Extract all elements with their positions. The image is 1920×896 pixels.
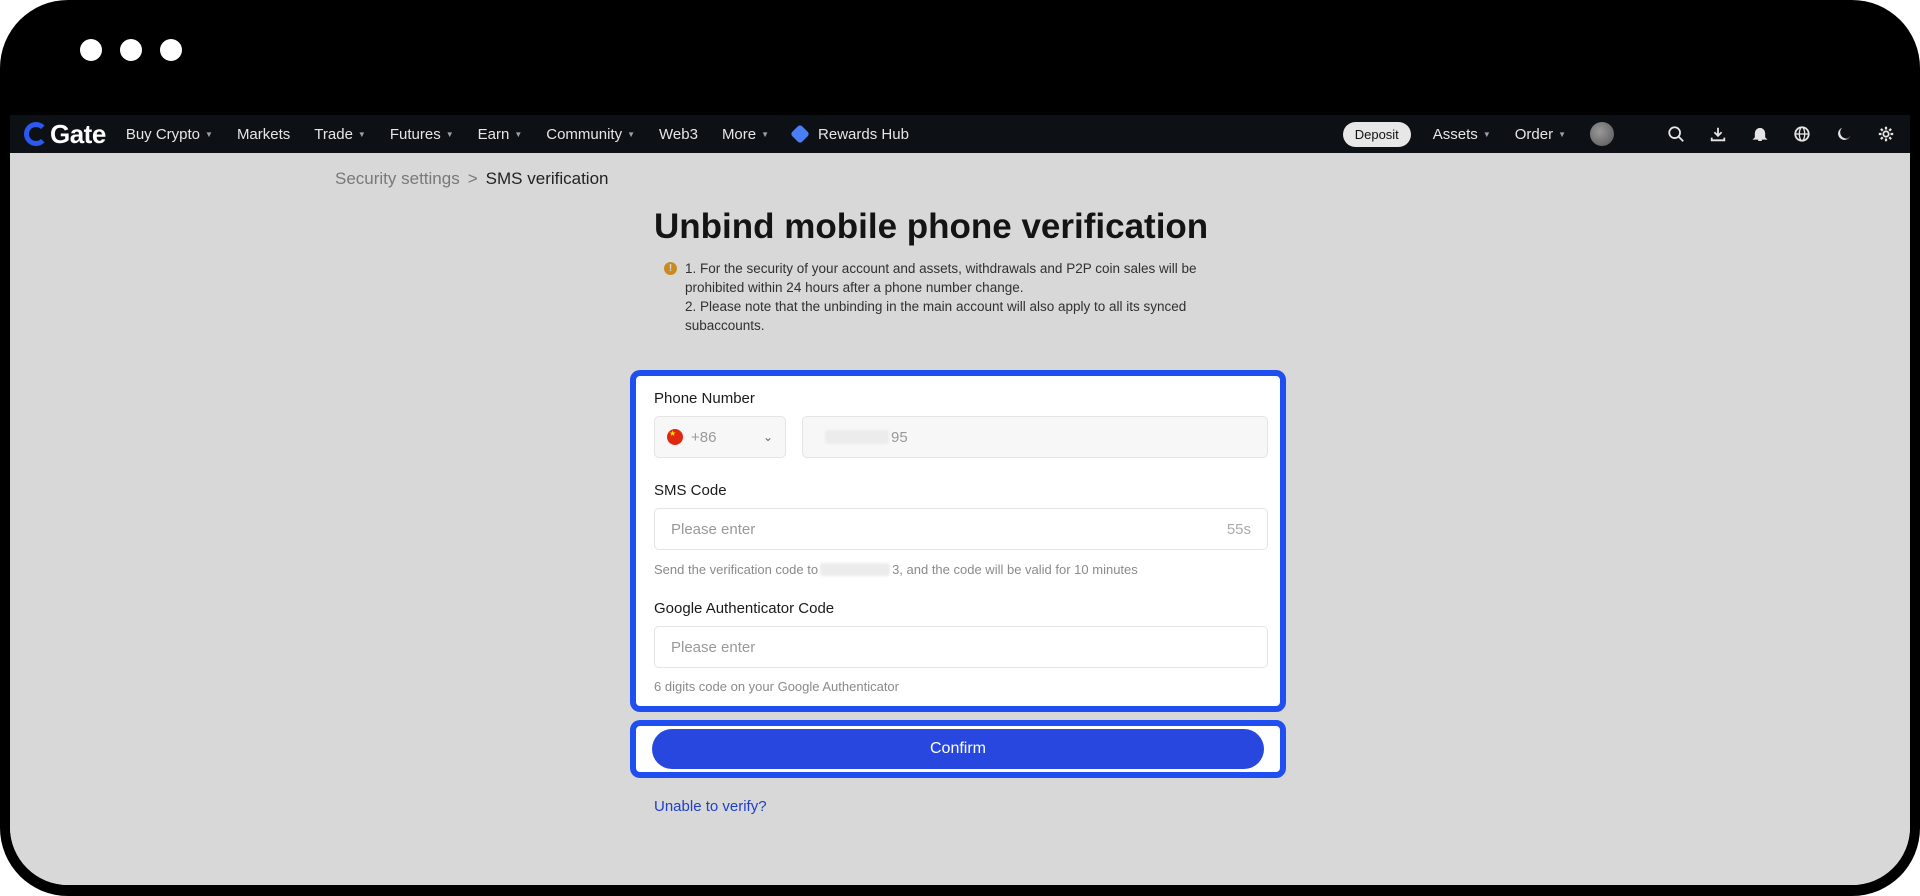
- country-code-value: +86: [691, 428, 717, 446]
- nav-label: Community: [546, 125, 623, 143]
- breadcrumb: Security settings > SMS verification: [335, 169, 609, 189]
- caret-down-icon: ▼: [761, 129, 770, 139]
- country-code-select[interactable]: +86 ⌄: [654, 416, 786, 458]
- notice-line-1: 1. For the security of your account and …: [685, 261, 1197, 295]
- moon-icon[interactable]: [1834, 124, 1854, 144]
- breadcrumb-separator: >: [467, 169, 478, 188]
- sms-hint-suffix: 3, and the code will be valid for 10 min…: [892, 562, 1138, 577]
- caret-down-icon: ▼: [1482, 129, 1491, 139]
- logo-icon: [24, 122, 48, 146]
- caret-down-icon: ▼: [627, 129, 636, 139]
- nav-label: Rewards Hub: [818, 125, 909, 143]
- nav-label: Order: [1514, 125, 1554, 143]
- china-flag-icon: [667, 429, 683, 445]
- sms-hint: Send the verification code to 3, and the…: [654, 562, 1138, 577]
- warning-icon: !: [664, 262, 677, 275]
- caret-down-icon: ▼: [205, 129, 213, 139]
- globe-icon[interactable]: [1792, 124, 1812, 144]
- nav-community[interactable]: Community ▼: [546, 126, 635, 143]
- nav-markets[interactable]: Markets: [237, 126, 290, 143]
- top-navbar: Gate Buy Crypto ▼ Markets Trade ▼ Future…: [10, 115, 1910, 153]
- nav-right-group: Deposit Assets ▼ Order ▼: [1342, 121, 1896, 147]
- nav-label: Buy Crypto: [125, 125, 201, 143]
- caret-down-icon: ▼: [1558, 129, 1566, 139]
- bell-icon[interactable]: [1750, 124, 1770, 144]
- phone-number-field: 95: [802, 416, 1268, 458]
- security-notice: ! 1. For the security of your account an…: [664, 259, 1224, 335]
- phone-number-label: Phone Number: [654, 390, 755, 407]
- confirm-button[interactable]: Confirm: [652, 729, 1264, 769]
- sms-code-label: SMS Code: [654, 482, 727, 499]
- nav-label: Trade: [314, 125, 353, 143]
- window-dot[interactable]: [120, 39, 142, 61]
- masked-phone: [825, 430, 889, 444]
- sms-hint-prefix: Send the verification code to: [654, 562, 819, 577]
- sms-code-input[interactable]: Please enter 55s: [654, 508, 1268, 550]
- nav-label: Assets: [1432, 125, 1478, 143]
- nav-more[interactable]: More ▼: [722, 126, 769, 143]
- ga-code-label: Google Authenticator Code: [654, 600, 835, 617]
- nav-trade[interactable]: Trade ▼: [314, 126, 366, 143]
- window-controls: [80, 39, 182, 61]
- download-icon[interactable]: [1708, 124, 1728, 144]
- deposit-button[interactable]: Deposit: [1342, 121, 1411, 147]
- nav-label: More: [721, 125, 757, 143]
- window-dot[interactable]: [160, 39, 182, 61]
- device-frame: Gate Buy Crypto ▼ Markets Trade ▼ Future…: [0, 0, 1920, 896]
- notice-line-2: 2. Please note that the unbinding in the…: [685, 299, 1187, 333]
- browser-screen: Gate Buy Crypto ▼ Markets Trade ▼ Future…: [10, 115, 1910, 885]
- breadcrumb-current: SMS verification: [485, 169, 609, 188]
- page-title: Unbind mobile phone verification: [654, 207, 1209, 246]
- nav-web3[interactable]: Web3: [659, 126, 698, 143]
- chevron-down-icon: ⌄: [762, 430, 773, 444]
- notice-text: 1. For the security of your account and …: [685, 259, 1224, 335]
- nav-order[interactable]: Order ▼: [1515, 126, 1566, 143]
- nav-label: Earn: [477, 125, 510, 143]
- nav-label: Web3: [659, 125, 698, 143]
- ga-placeholder: Please enter: [671, 638, 756, 656]
- breadcrumb-security-settings[interactable]: Security settings: [335, 169, 460, 189]
- confirm-highlight: Confirm: [630, 720, 1286, 778]
- unable-to-verify-link[interactable]: Unable to verify?: [654, 798, 767, 815]
- logo-text: Gate: [50, 118, 106, 149]
- nav-label: Markets: [236, 125, 291, 143]
- avatar[interactable]: [1590, 122, 1614, 146]
- resend-countdown: 55s: [1226, 520, 1251, 538]
- nav-earn[interactable]: Earn ▼: [478, 126, 523, 143]
- phone-suffix: 95: [891, 428, 908, 446]
- nav-futures[interactable]: Futures ▼: [390, 126, 454, 143]
- ga-code-input[interactable]: Please enter: [654, 626, 1268, 668]
- rewards-gem-icon: [790, 124, 810, 144]
- window-dot[interactable]: [80, 39, 102, 61]
- ga-hint: 6 digits code on your Google Authenticat…: [654, 679, 899, 694]
- sms-placeholder: Please enter: [671, 520, 756, 538]
- nav-rewards-hub[interactable]: Rewards Hub: [790, 124, 909, 144]
- caret-down-icon: ▼: [445, 129, 454, 139]
- nav-label: Futures: [389, 125, 441, 143]
- gate-logo[interactable]: Gate: [24, 119, 106, 150]
- nav-assets[interactable]: Assets ▼: [1433, 126, 1491, 143]
- caret-down-icon: ▼: [357, 129, 366, 139]
- verification-form-card: Phone Number +86 ⌄ 95 SMS Code Please en…: [630, 370, 1286, 712]
- nav-buy-crypto[interactable]: Buy Crypto ▼: [126, 126, 213, 143]
- masked-phone: [820, 563, 891, 576]
- search-icon[interactable]: [1666, 124, 1686, 144]
- caret-down-icon: ▼: [514, 129, 523, 139]
- gear-icon[interactable]: [1876, 124, 1896, 144]
